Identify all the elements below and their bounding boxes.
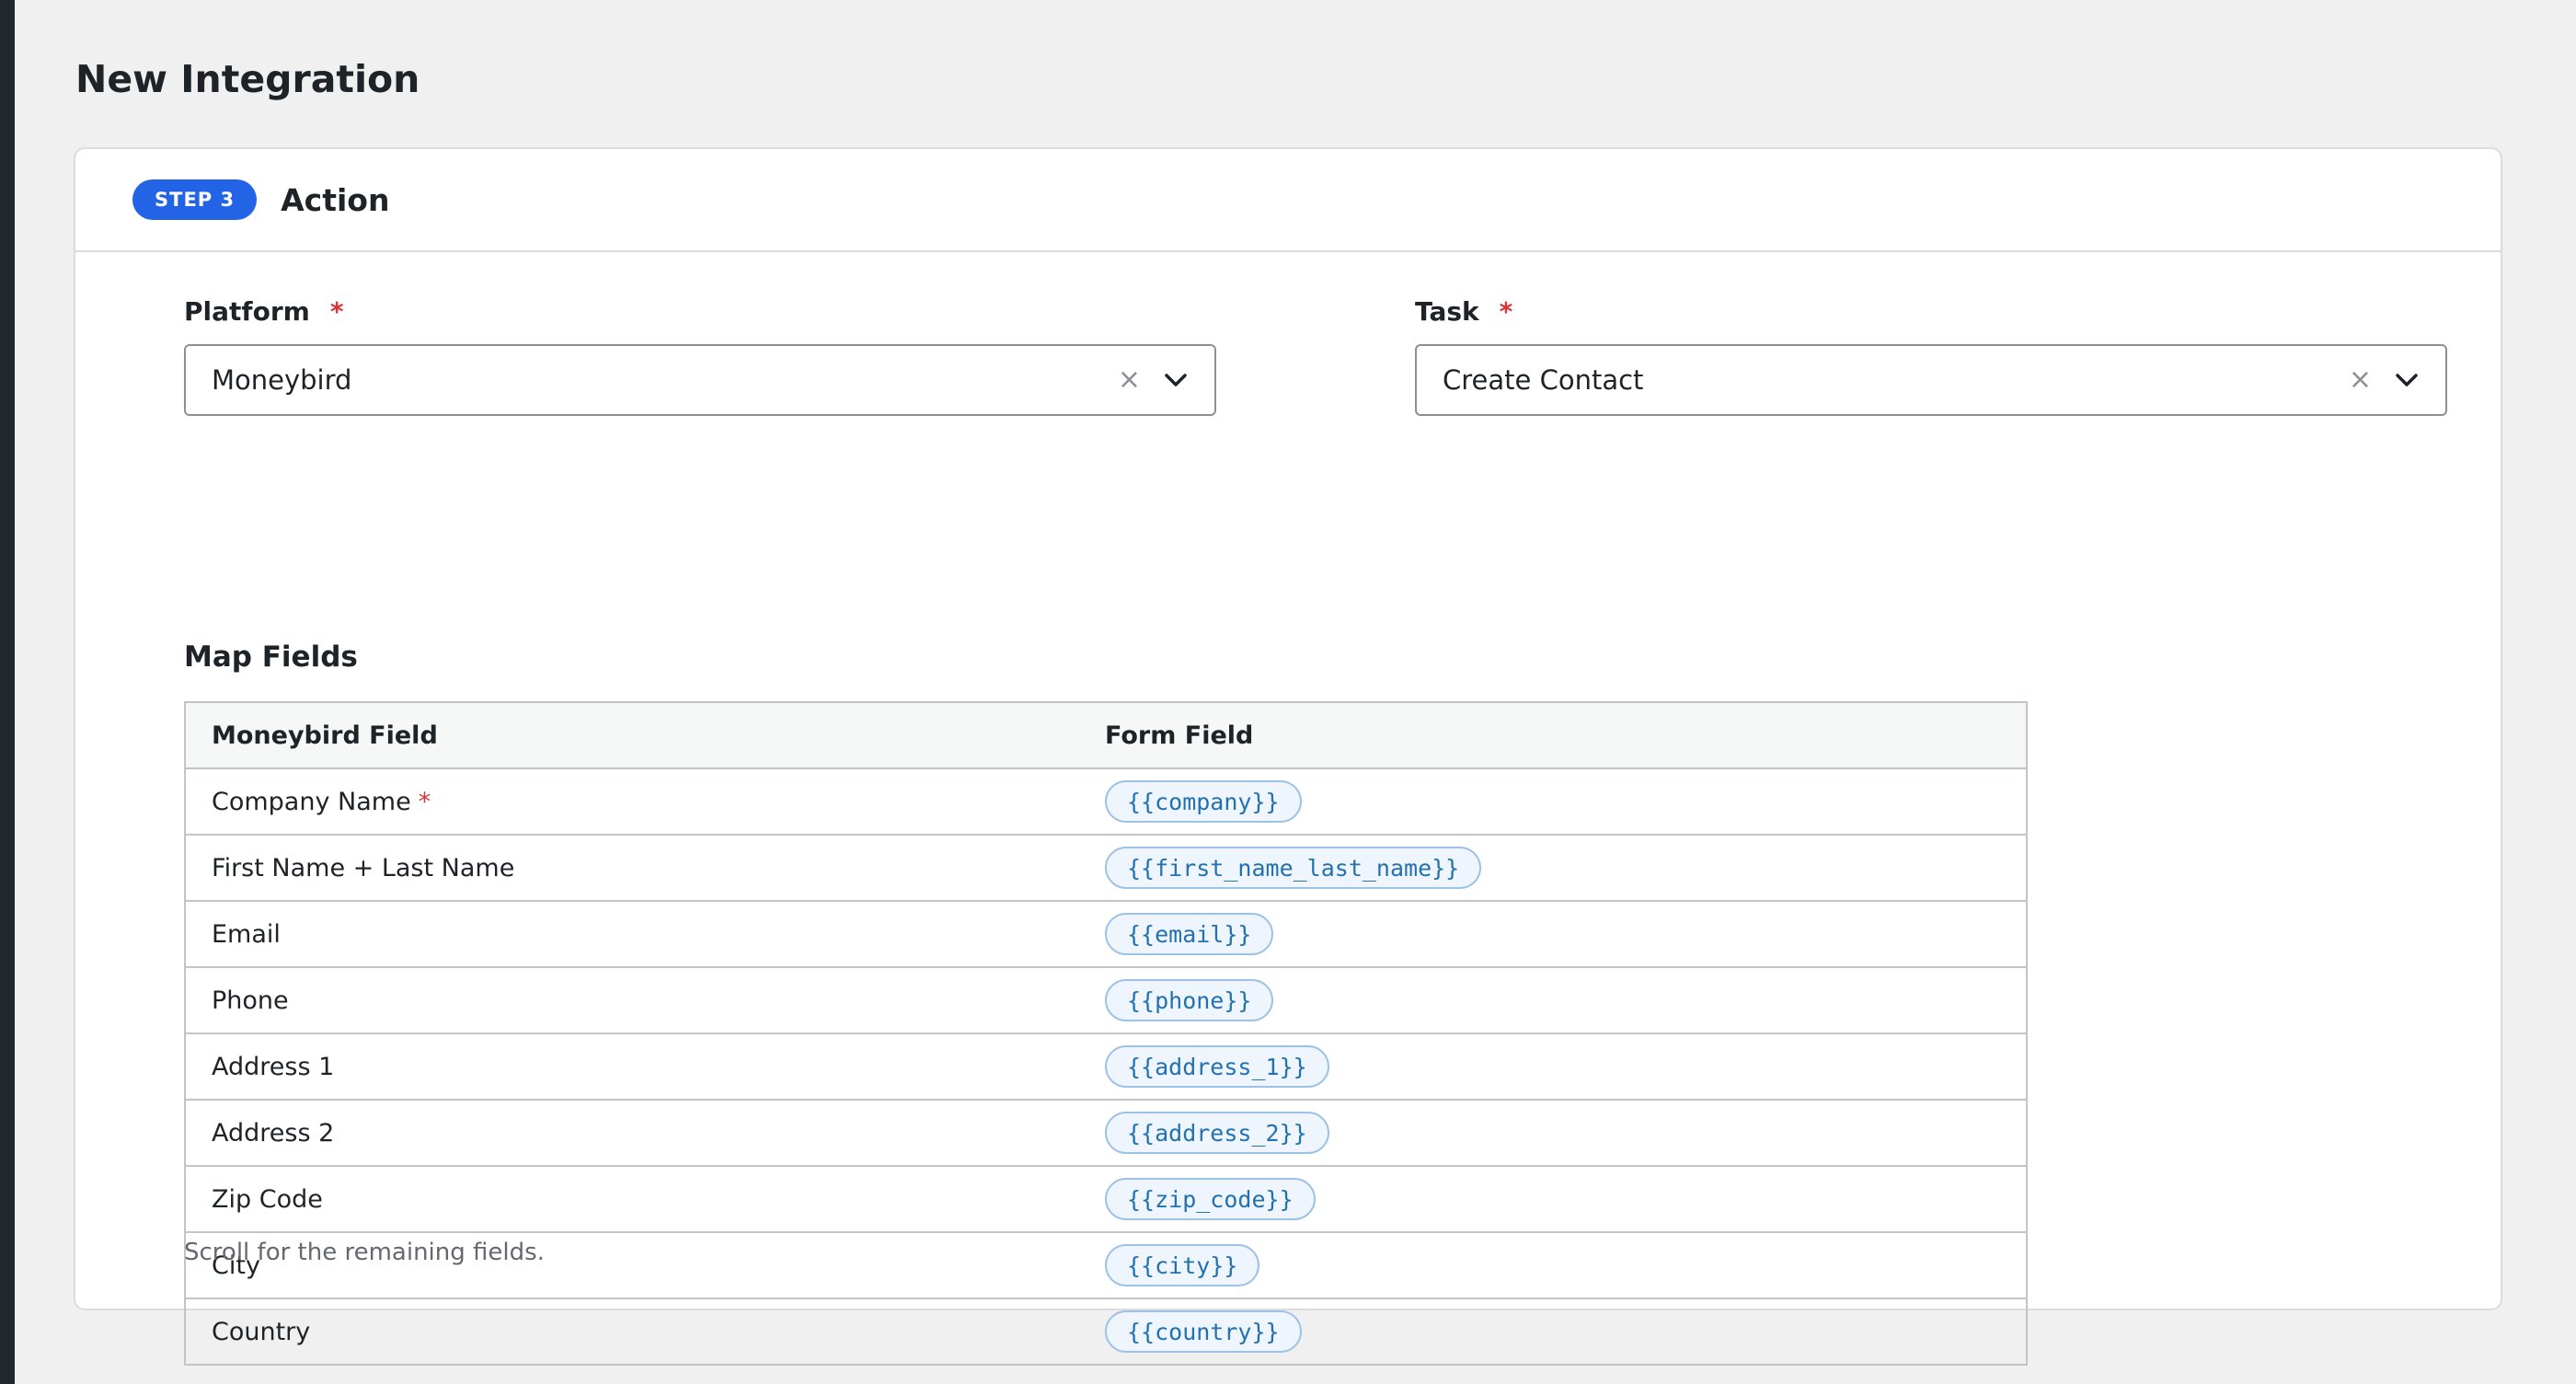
field-token[interactable]: {{company}} xyxy=(1105,780,1302,823)
table-header-row: Moneybird Field Form Field xyxy=(184,701,2028,769)
platform-label-text: Platform xyxy=(184,295,310,327)
field-name: Address 1 xyxy=(212,1052,335,1081)
table-row: Phone {{phone}} xyxy=(184,966,2028,1034)
close-icon[interactable]: × xyxy=(1118,366,1141,394)
task-select[interactable]: Create Contact × xyxy=(1415,344,2447,416)
table-row: First Name + Last Name {{first_name_last… xyxy=(184,834,2028,902)
form-field-cell: {{phone}} xyxy=(1081,966,2028,1034)
map-fields-title: Map Fields xyxy=(184,640,358,674)
task-label-text: Task xyxy=(1415,295,1479,327)
required-marker: * xyxy=(329,295,344,327)
form-field-cell: {{email}} xyxy=(1081,900,2028,968)
field-name: Email xyxy=(212,919,281,949)
platform-select[interactable]: Moneybird × xyxy=(184,344,1216,416)
page-title: New Integration xyxy=(75,57,420,101)
form-field-cell: {{address_2}} xyxy=(1081,1099,2028,1167)
table-row: Address 2 {{address_2}} xyxy=(184,1099,2028,1167)
admin-sidebar-edge xyxy=(0,0,15,1384)
task-select-value: Create Contact xyxy=(1443,364,1644,396)
field-name: Country xyxy=(212,1317,311,1346)
table-row: Zip Code {{zip_code}} xyxy=(184,1165,2028,1233)
field-token[interactable]: {{phone}} xyxy=(1105,979,1274,1021)
field-name: Zip Code xyxy=(212,1184,323,1214)
table-row: Address 1 {{address_1}} xyxy=(184,1032,2028,1101)
table-row: Country {{country}} xyxy=(184,1298,2028,1366)
field-token[interactable]: {{first_name_last_name}} xyxy=(1105,847,1482,889)
moneybird-field-cell: Zip Code xyxy=(184,1165,1081,1233)
platform-field: Platform * Moneybird × xyxy=(184,293,1216,416)
column-header-form-field: Form Field xyxy=(1081,701,2028,769)
moneybird-field-cell: Email xyxy=(184,900,1081,968)
chevron-down-icon[interactable] xyxy=(2394,367,2420,393)
step-badge: STEP 3 xyxy=(132,179,258,220)
form-field-cell: {{company}} xyxy=(1081,767,2028,836)
form-field-cell: {{zip_code}} xyxy=(1081,1165,2028,1233)
field-name: Company Name xyxy=(212,787,411,816)
moneybird-field-cell: First Name + Last Name xyxy=(184,834,1081,902)
platform-select-value: Moneybird xyxy=(212,364,352,396)
form-field-cell: {{country}} xyxy=(1081,1298,2028,1366)
column-header-moneybird-field: Moneybird Field xyxy=(184,701,1081,769)
moneybird-field-cell: Country xyxy=(184,1298,1081,1366)
required-marker: * xyxy=(418,787,431,816)
scroll-hint: Scroll for the remaining fields. xyxy=(184,1239,545,1266)
form-field-cell: {{city}} xyxy=(1081,1231,2028,1299)
task-field: Task * Create Contact × xyxy=(1415,293,2447,416)
moneybird-field-cell: Address 1 xyxy=(184,1032,1081,1101)
field-token[interactable]: {{address_2}} xyxy=(1105,1112,1329,1154)
field-token[interactable]: {{email}} xyxy=(1105,913,1274,955)
form-field-cell: {{address_1}} xyxy=(1081,1032,2028,1101)
field-token[interactable]: {{zip_code}} xyxy=(1105,1178,1316,1220)
table-row: Company Name * {{company}} xyxy=(184,767,2028,836)
task-label: Task * xyxy=(1415,293,2447,329)
step-title: Action xyxy=(281,181,390,218)
moneybird-field-cell: Address 2 xyxy=(184,1099,1081,1167)
field-token[interactable]: {{address_1}} xyxy=(1105,1045,1329,1088)
chevron-down-icon[interactable] xyxy=(1163,367,1189,393)
table-row: Email {{email}} xyxy=(184,900,2028,968)
platform-label: Platform * xyxy=(184,293,1216,329)
card-header: STEP 3 Action xyxy=(75,149,2501,252)
moneybird-field-cell: Phone xyxy=(184,966,1081,1034)
required-marker: * xyxy=(1499,295,1513,327)
field-name: First Name + Last Name xyxy=(212,853,515,882)
field-token[interactable]: {{city}} xyxy=(1105,1244,1260,1286)
form-field-cell: {{first_name_last_name}} xyxy=(1081,834,2028,902)
integration-card: STEP 3 Action Platform * Moneybird × Tas… xyxy=(74,147,2502,1366)
field-name: Phone xyxy=(212,986,289,1015)
moneybird-field-cell: Company Name * xyxy=(184,767,1081,836)
field-token[interactable]: {{country}} xyxy=(1105,1310,1302,1353)
field-name: Address 2 xyxy=(212,1118,335,1148)
close-icon[interactable]: × xyxy=(2349,366,2372,394)
